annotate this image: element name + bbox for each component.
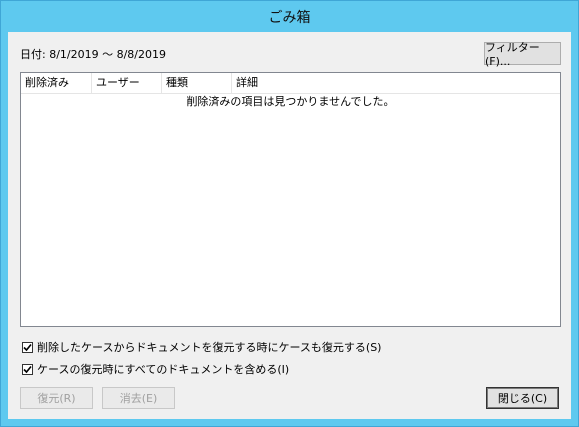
column-header-deleted[interactable]: 削除済み: [21, 73, 92, 93]
title-bar[interactable]: ごみ箱: [1, 1, 578, 32]
dialog-body: 日付: 8/1/2019 〜 8/8/2019 フィルター(F)... 削除済み…: [8, 32, 571, 419]
close-button[interactable]: 閉じる(C): [486, 387, 559, 409]
restore-button[interactable]: 復元(R): [20, 387, 93, 409]
list-header: 削除済み ユーザー 種類 詳細: [21, 73, 560, 94]
delete-button[interactable]: 消去(E): [102, 387, 175, 409]
column-header-type[interactable]: 種類: [162, 73, 232, 93]
window-title: ごみ箱: [268, 9, 311, 26]
date-range-label: 日付: 8/1/2019 〜 8/8/2019: [20, 48, 167, 61]
column-header-user[interactable]: ユーザー: [92, 73, 162, 93]
include-documents-checkbox[interactable]: ケースの復元時にすべてのドキュメントを含める(I): [22, 361, 289, 377]
column-header-details[interactable]: 詳細: [232, 73, 560, 93]
empty-list-message: 削除済みの項目は見つかりませんでした。: [186, 95, 395, 108]
include-documents-label: ケースの復元時にすべてのドキュメントを含める(I): [37, 363, 290, 376]
checkbox-checked-icon[interactable]: [22, 341, 33, 353]
recycle-bin-dialog: ごみ箱 日付: 8/1/2019 〜 8/8/2019 フィルター(F)... …: [0, 0, 579, 427]
filter-button[interactable]: フィルター(F)...: [484, 41, 561, 68]
deleted-items-list[interactable]: 削除済み ユーザー 種類 詳細 削除済みの項目は見つかりませんでした。: [20, 72, 561, 327]
restore-case-checkbox[interactable]: 削除したケースからドキュメントを復元する時にケースも復元する(S): [22, 339, 381, 355]
checkbox-checked-icon[interactable]: [22, 363, 33, 375]
restore-case-label: 削除したケースからドキュメントを復元する時にケースも復元する(S): [37, 341, 382, 354]
